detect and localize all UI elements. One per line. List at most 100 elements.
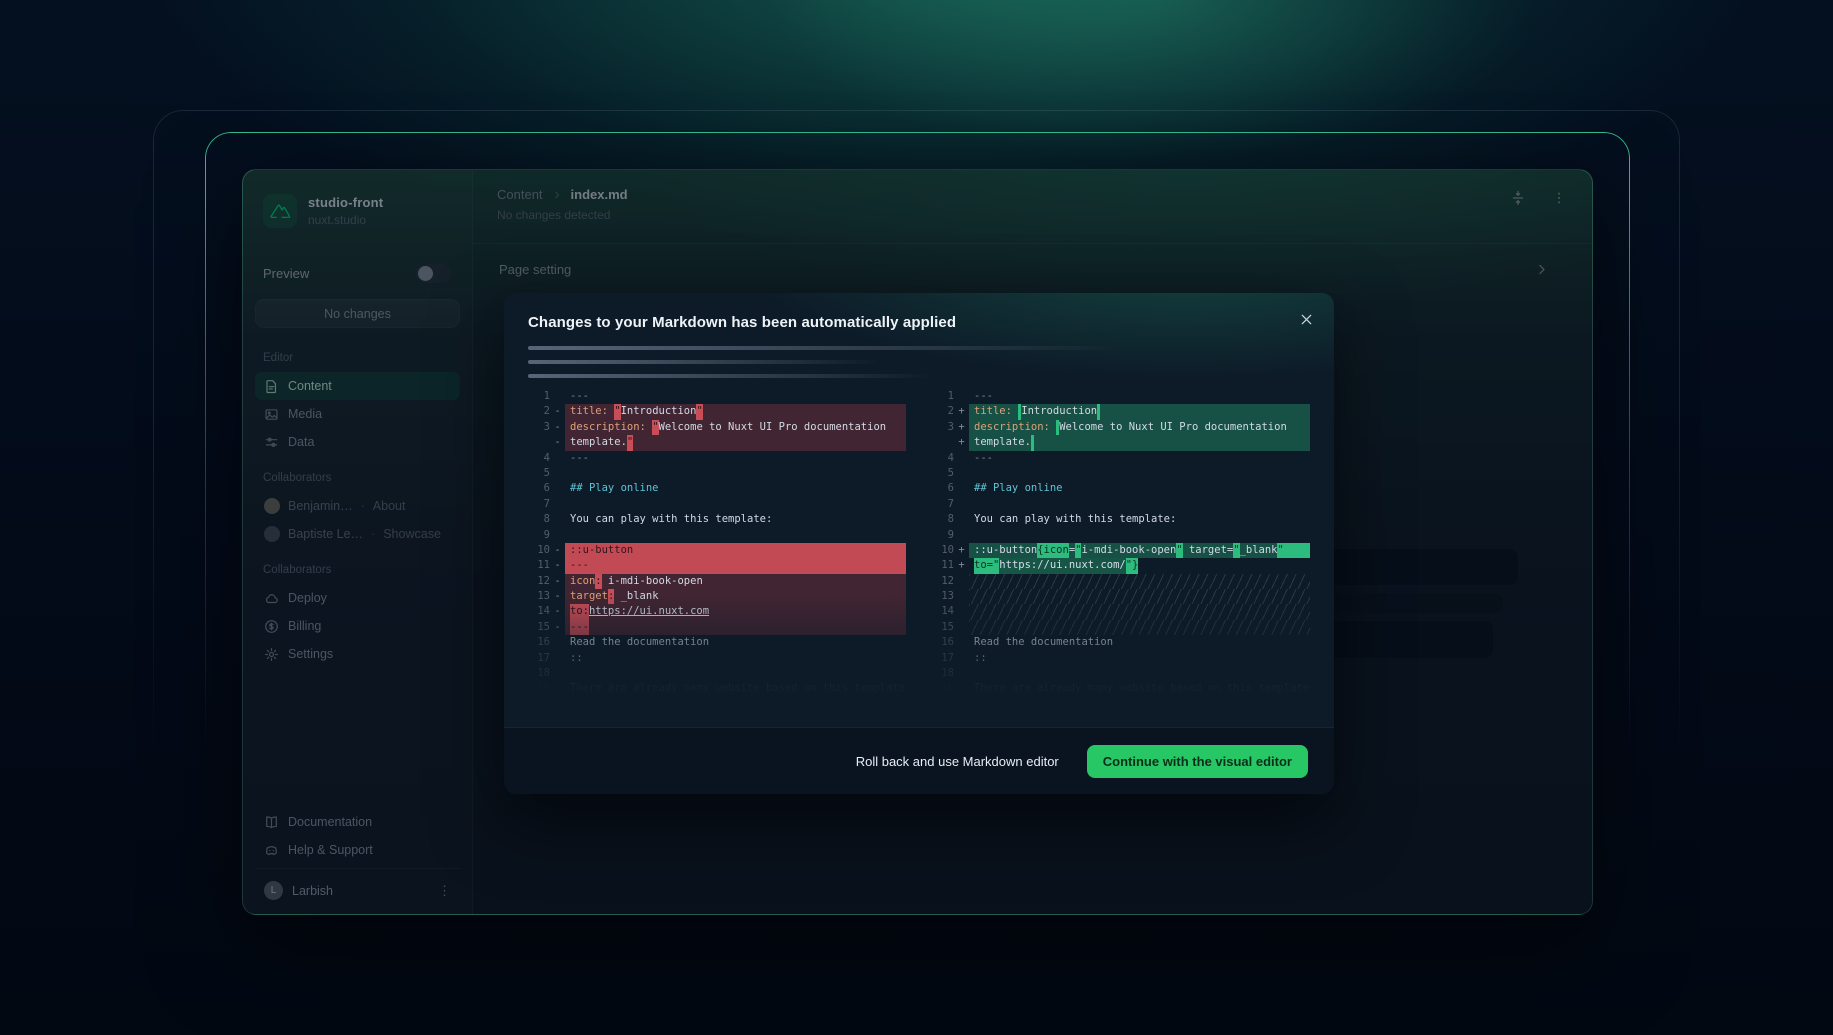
line-number: 6: [932, 481, 954, 496]
diff-marker: [954, 589, 969, 604]
continue-visual-editor-button[interactable]: Continue with the visual editor: [1087, 745, 1308, 778]
line-number: 1: [528, 389, 550, 404]
diff-line: 13: [932, 589, 1310, 604]
code-text: ---: [969, 389, 1310, 404]
diff-line: 1 ---: [932, 389, 1310, 404]
diff-marker: [550, 497, 565, 512]
diff-marker: -: [550, 404, 565, 419]
line-number: 10: [932, 543, 954, 558]
code-text: to: https://ui.nuxt.com: [565, 604, 906, 619]
line-number: 14: [932, 604, 954, 619]
diff-marker: [954, 451, 969, 466]
diff-line: 9: [932, 528, 1310, 543]
line-number: 11: [932, 558, 954, 573]
code-text: ---: [565, 451, 906, 466]
diff-line: 16 Read the documentation: [528, 635, 906, 650]
code-text: [969, 604, 1310, 619]
diff-marker: [550, 481, 565, 496]
diff-marker: [550, 466, 565, 481]
diff-marker: [954, 604, 969, 619]
code-text: ## Play online: [565, 481, 906, 496]
diff-line: 16Read the documentation: [932, 635, 1310, 650]
diff-line: 5: [932, 466, 1310, 481]
diff-pane-added: 1---2+title: Introduction3+description: …: [932, 389, 1310, 697]
code-text: ## Play online: [969, 481, 1310, 496]
line-number: 17: [528, 651, 550, 666]
line-number: 15: [932, 620, 954, 635]
diff-marker: +: [954, 558, 969, 573]
diff-marker: [954, 681, 969, 696]
diff-marker: [954, 635, 969, 650]
diff-marker: -: [550, 589, 565, 604]
code-text: [969, 574, 1310, 589]
code-text: [969, 589, 1310, 604]
diff-line: 19There are already many website based o…: [528, 681, 906, 696]
code-text: title: Introduction: [969, 404, 1310, 419]
line-number: 11: [528, 558, 550, 573]
line-number: 10: [528, 543, 550, 558]
code-text: ---: [969, 451, 1310, 466]
diff-marker: -: [550, 435, 565, 450]
diff-line: 12-icon: i-mdi-book-open: [528, 574, 906, 589]
desktop-background: studio-front nuxt.studio Preview No chan…: [0, 0, 1833, 1035]
code-text: ---: [565, 389, 906, 404]
diff-line: 11----: [528, 558, 906, 573]
line-number: 18: [932, 666, 954, 681]
diff-marker: -: [550, 574, 565, 589]
diff-line: 15: [932, 620, 1310, 635]
line-number: 1: [932, 389, 954, 404]
line-number: 18: [528, 666, 550, 681]
diff-pane-removed: 1---2-title: "Introduction"3-description…: [528, 389, 906, 697]
code-text: [565, 466, 906, 481]
line-number: 9: [528, 528, 550, 543]
code-text: to="https://ui.nuxt.com/"}: [969, 558, 1310, 573]
line-number: 6: [528, 481, 550, 496]
code-text: [565, 497, 906, 512]
modal-footer: Roll back and use Markdown editor Contin…: [504, 727, 1334, 794]
line-number: 15: [528, 620, 550, 635]
line-number: 8: [932, 512, 954, 527]
code-text: template.: [969, 435, 1310, 450]
diff-line: 8You can play with this template:: [528, 512, 906, 527]
code-text: [969, 666, 1310, 681]
diff-marker: +: [954, 420, 969, 435]
diff-marker: -: [550, 543, 565, 558]
diff-line: 14: [932, 604, 1310, 619]
modal-skeleton-line: [528, 346, 1121, 350]
code-text: Read the documentation: [565, 635, 906, 650]
code-text: ::u-button: [565, 543, 906, 558]
code-text: title: "Introduction": [565, 404, 906, 419]
code-text: ---: [565, 620, 906, 635]
diff-line: 17::: [528, 651, 906, 666]
close-icon[interactable]: [1299, 312, 1314, 327]
line-number: 4: [932, 451, 954, 466]
line-number: 9: [932, 528, 954, 543]
app-window: studio-front nuxt.studio Preview No chan…: [242, 169, 1593, 915]
code-text: ::u-button{icon="i-mdi-book-open" target…: [969, 543, 1310, 558]
diff-marker: [550, 512, 565, 527]
code-text: description: Welcome to Nuxt UI Pro docu…: [969, 420, 1310, 435]
code-text: ::: [969, 651, 1310, 666]
diff-line: 6 ## Play online: [932, 481, 1310, 496]
diff-line: 6 ## Play online: [528, 481, 906, 496]
diff-line: 14-to: https://ui.nuxt.com: [528, 604, 906, 619]
diff-line: 2-title: "Introduction": [528, 404, 906, 419]
code-text: You can play with this template:: [969, 512, 1310, 527]
line-number: [528, 435, 550, 450]
code-text: [565, 528, 906, 543]
diff-line: 17::: [932, 651, 1310, 666]
line-number: 19: [528, 681, 550, 696]
rollback-button[interactable]: Roll back and use Markdown editor: [856, 754, 1059, 769]
diff-line: 19There are already many website based o…: [932, 681, 1310, 696]
line-number: 13: [932, 589, 954, 604]
diff-marker: [954, 620, 969, 635]
diff-marker: [550, 635, 565, 650]
line-number: 16: [528, 635, 550, 650]
code-text: target: _blank: [565, 589, 906, 604]
line-number: 2: [932, 404, 954, 419]
diff-line: 15----: [528, 620, 906, 635]
line-number: 3: [932, 420, 954, 435]
code-text: Read the documentation: [969, 635, 1310, 650]
code-text: ---: [565, 558, 906, 573]
diff-marker: [954, 497, 969, 512]
